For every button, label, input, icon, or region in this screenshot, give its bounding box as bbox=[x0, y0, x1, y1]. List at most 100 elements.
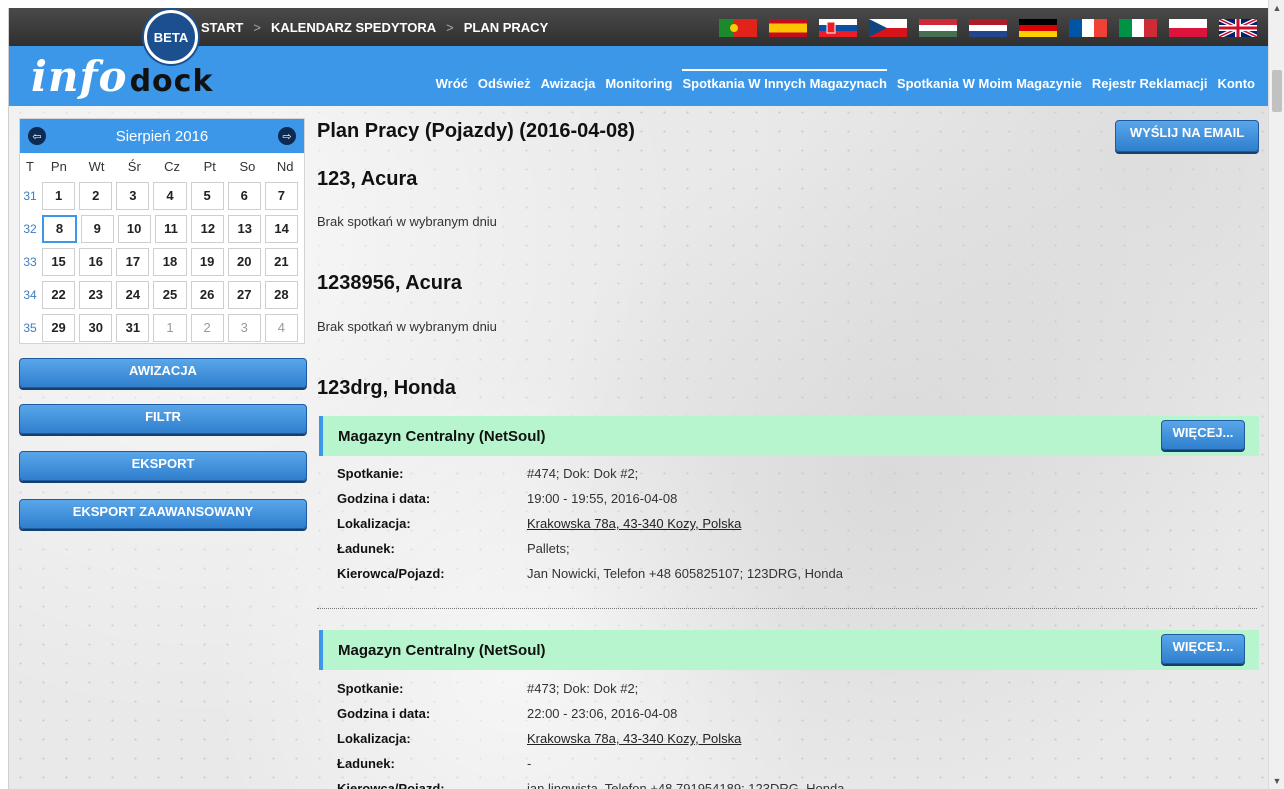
nav-monitoring[interactable]: Monitoring bbox=[605, 76, 672, 91]
czech-flag-icon[interactable] bbox=[869, 19, 907, 37]
calendar-day-selected[interactable]: 8 bbox=[42, 214, 77, 243]
calendar-day[interactable]: 27 bbox=[227, 280, 261, 309]
calendar-day[interactable]: 26 bbox=[190, 280, 224, 309]
calendar-day[interactable]: 20 bbox=[227, 247, 261, 276]
more-button[interactable]: WIĘCEJ... bbox=[1161, 634, 1245, 664]
calendar-day[interactable]: 28 bbox=[264, 280, 298, 309]
language-flags bbox=[719, 19, 1257, 37]
slovakia-flag-icon[interactable] bbox=[819, 19, 857, 37]
breadcrumb: START > KALENDARZ SPEDYTORA > PLAN PRACY bbox=[201, 20, 548, 35]
calendar-day[interactable]: 5 bbox=[190, 181, 224, 210]
germany-flag-icon[interactable] bbox=[1019, 19, 1057, 37]
detail-label: Spotkanie: bbox=[337, 466, 404, 481]
scroll-up-icon[interactable]: ▲ bbox=[1269, 0, 1284, 16]
calendar-day[interactable]: 23 bbox=[79, 280, 113, 309]
month-calendar: ⇦ Sierpień 2016 ⇨ T Pn Wt Śr Cz Pt So Nd… bbox=[19, 118, 305, 344]
calendar-day[interactable]: 17 bbox=[116, 247, 150, 276]
calendar-month-label: Sierpień 2016 bbox=[115, 127, 209, 145]
calendar-day[interactable]: 10 bbox=[117, 214, 151, 243]
hungary-flag-icon[interactable] bbox=[919, 19, 957, 37]
spain-flag-icon[interactable] bbox=[769, 19, 807, 37]
meeting-detail-row: Godzina i data: 19:00 - 19:55, 2016-04-08 bbox=[337, 491, 677, 506]
calendar-day[interactable]: 29 bbox=[42, 313, 76, 342]
detail-label: Kierowca/Pojazd: bbox=[337, 781, 445, 789]
calendar-day[interactable]: 3 bbox=[116, 181, 150, 210]
logo-text-dock: dock bbox=[129, 64, 214, 99]
italy-flag-icon[interactable] bbox=[1119, 19, 1157, 37]
calendar-day[interactable]: 11 bbox=[154, 214, 188, 243]
calendar-day[interactable]: 30 bbox=[79, 313, 113, 342]
calendar-day[interactable]: 6 bbox=[227, 181, 261, 210]
detail-label: Godzina i data: bbox=[337, 706, 431, 721]
breadcrumb-calendar[interactable]: KALENDARZ SPEDYTORA bbox=[271, 20, 436, 35]
export-button[interactable]: EKSPORT bbox=[19, 451, 307, 481]
nav-meetings-other-warehouses[interactable]: Spotkania W Innych Magazynach bbox=[682, 69, 887, 91]
calendar-day[interactable]: 16 bbox=[79, 247, 113, 276]
location-link[interactable]: Krakowska 78a, 43-340 Kozy, Polska bbox=[527, 731, 741, 746]
calendar-week-row: 32 8 9 10 11 12 13 14 bbox=[20, 212, 304, 245]
calendar-day-next-month[interactable]: 3 bbox=[227, 313, 261, 342]
calendar-day-next-month[interactable]: 4 bbox=[264, 313, 298, 342]
vertical-scrollbar[interactable]: ▲ ▼ bbox=[1268, 0, 1284, 789]
detail-value: jan lingwista, Telefon +48 791954189; 12… bbox=[527, 781, 845, 789]
calendar-day[interactable]: 18 bbox=[153, 247, 187, 276]
week-number: 32 bbox=[23, 221, 37, 236]
meeting-detail-row: Spotkanie: #474; Dok: Dok #2; bbox=[337, 466, 638, 481]
top-bar: START > KALENDARZ SPEDYTORA > PLAN PRACY bbox=[9, 8, 1268, 46]
more-button[interactable]: WIĘCEJ... bbox=[1161, 420, 1245, 450]
calendar-day[interactable]: 1 bbox=[42, 181, 76, 210]
france-flag-icon[interactable] bbox=[1069, 19, 1107, 37]
location-link[interactable]: Krakowska 78a, 43-340 Kozy, Polska bbox=[527, 516, 741, 531]
calendar-day[interactable]: 19 bbox=[190, 247, 224, 276]
calendar-day[interactable]: 14 bbox=[265, 214, 299, 243]
calendar-day[interactable]: 24 bbox=[116, 280, 150, 309]
calendar-day[interactable]: 21 bbox=[264, 247, 298, 276]
uk-flag-icon[interactable] bbox=[1219, 19, 1257, 37]
advanced-export-button[interactable]: EKSPORT ZAAWANSOWANY bbox=[19, 499, 307, 529]
calendar-day[interactable]: 15 bbox=[42, 247, 76, 276]
calendar-day[interactable]: 12 bbox=[191, 214, 225, 243]
calendar-day[interactable]: 31 bbox=[116, 313, 150, 342]
detail-label: Ładunek: bbox=[337, 541, 395, 556]
beta-logo-badge[interactable]: BETA bbox=[144, 10, 198, 64]
breadcrumb-plan[interactable]: PLAN PRACY bbox=[464, 20, 549, 35]
week-number: 33 bbox=[23, 254, 37, 269]
vehicle-title: 1238956, Acura bbox=[317, 272, 462, 294]
filter-button[interactable]: FILTR bbox=[19, 404, 307, 434]
arrow-left-icon[interactable]: ⇦ bbox=[28, 127, 46, 145]
browser-viewport: START > KALENDARZ SPEDYTORA > PLAN PRACY… bbox=[8, 8, 1268, 789]
meeting-detail-row: Spotkanie: #473; Dok: Dok #2; bbox=[337, 681, 638, 696]
netherlands-flag-icon[interactable] bbox=[969, 19, 1007, 37]
calendar-day[interactable]: 13 bbox=[228, 214, 262, 243]
calendar-week-row: 33 15 16 17 18 19 20 21 bbox=[20, 245, 304, 278]
no-meetings-message: Brak spotkań w wybranym dniu bbox=[317, 214, 497, 229]
calendar-day[interactable]: 2 bbox=[79, 181, 113, 210]
breadcrumb-start[interactable]: START bbox=[201, 20, 243, 35]
calendar-day[interactable]: 22 bbox=[42, 280, 76, 309]
detail-label: Spotkanie: bbox=[337, 681, 404, 696]
portugal-flag-icon[interactable] bbox=[719, 19, 757, 37]
arrow-right-icon[interactable]: ⇨ bbox=[278, 127, 296, 145]
nav-complaints-register[interactable]: Rejestr Reklamacji bbox=[1092, 76, 1208, 91]
scrollbar-thumb[interactable] bbox=[1272, 70, 1282, 112]
calendar-day[interactable]: 7 bbox=[264, 181, 298, 210]
poland-flag-icon[interactable] bbox=[1169, 19, 1207, 37]
calendar-day[interactable]: 25 bbox=[153, 280, 187, 309]
nav-account[interactable]: Konto bbox=[1217, 76, 1255, 91]
scroll-down-icon[interactable]: ▼ bbox=[1269, 773, 1284, 789]
send-email-button[interactable]: WYŚLIJ NA EMAIL bbox=[1115, 120, 1259, 152]
notification-button[interactable]: AWIZACJA bbox=[19, 358, 307, 388]
meeting-header: Magazyn Centralny (NetSoul) WIĘCEJ... bbox=[319, 630, 1259, 670]
nav-meetings-my-warehouse[interactable]: Spotkania W Moim Magazynie bbox=[897, 76, 1082, 91]
meeting-detail-row: Kierowca/Pojazd: Jan Nowicki, Telefon +48… bbox=[337, 566, 843, 581]
calendar-day[interactable]: 9 bbox=[80, 214, 114, 243]
calendar-day-next-month[interactable]: 1 bbox=[153, 313, 187, 342]
calendar-day[interactable]: 4 bbox=[153, 181, 187, 210]
weekday-label: Śr bbox=[127, 158, 141, 174]
nav-notification[interactable]: Awizacja bbox=[541, 76, 596, 91]
detail-label: Godzina i data: bbox=[337, 491, 431, 506]
week-number-header: T bbox=[26, 158, 34, 174]
nav-refresh[interactable]: Odśwież bbox=[478, 76, 531, 91]
nav-back[interactable]: Wróć bbox=[436, 76, 468, 91]
calendar-day-next-month[interactable]: 2 bbox=[190, 313, 224, 342]
